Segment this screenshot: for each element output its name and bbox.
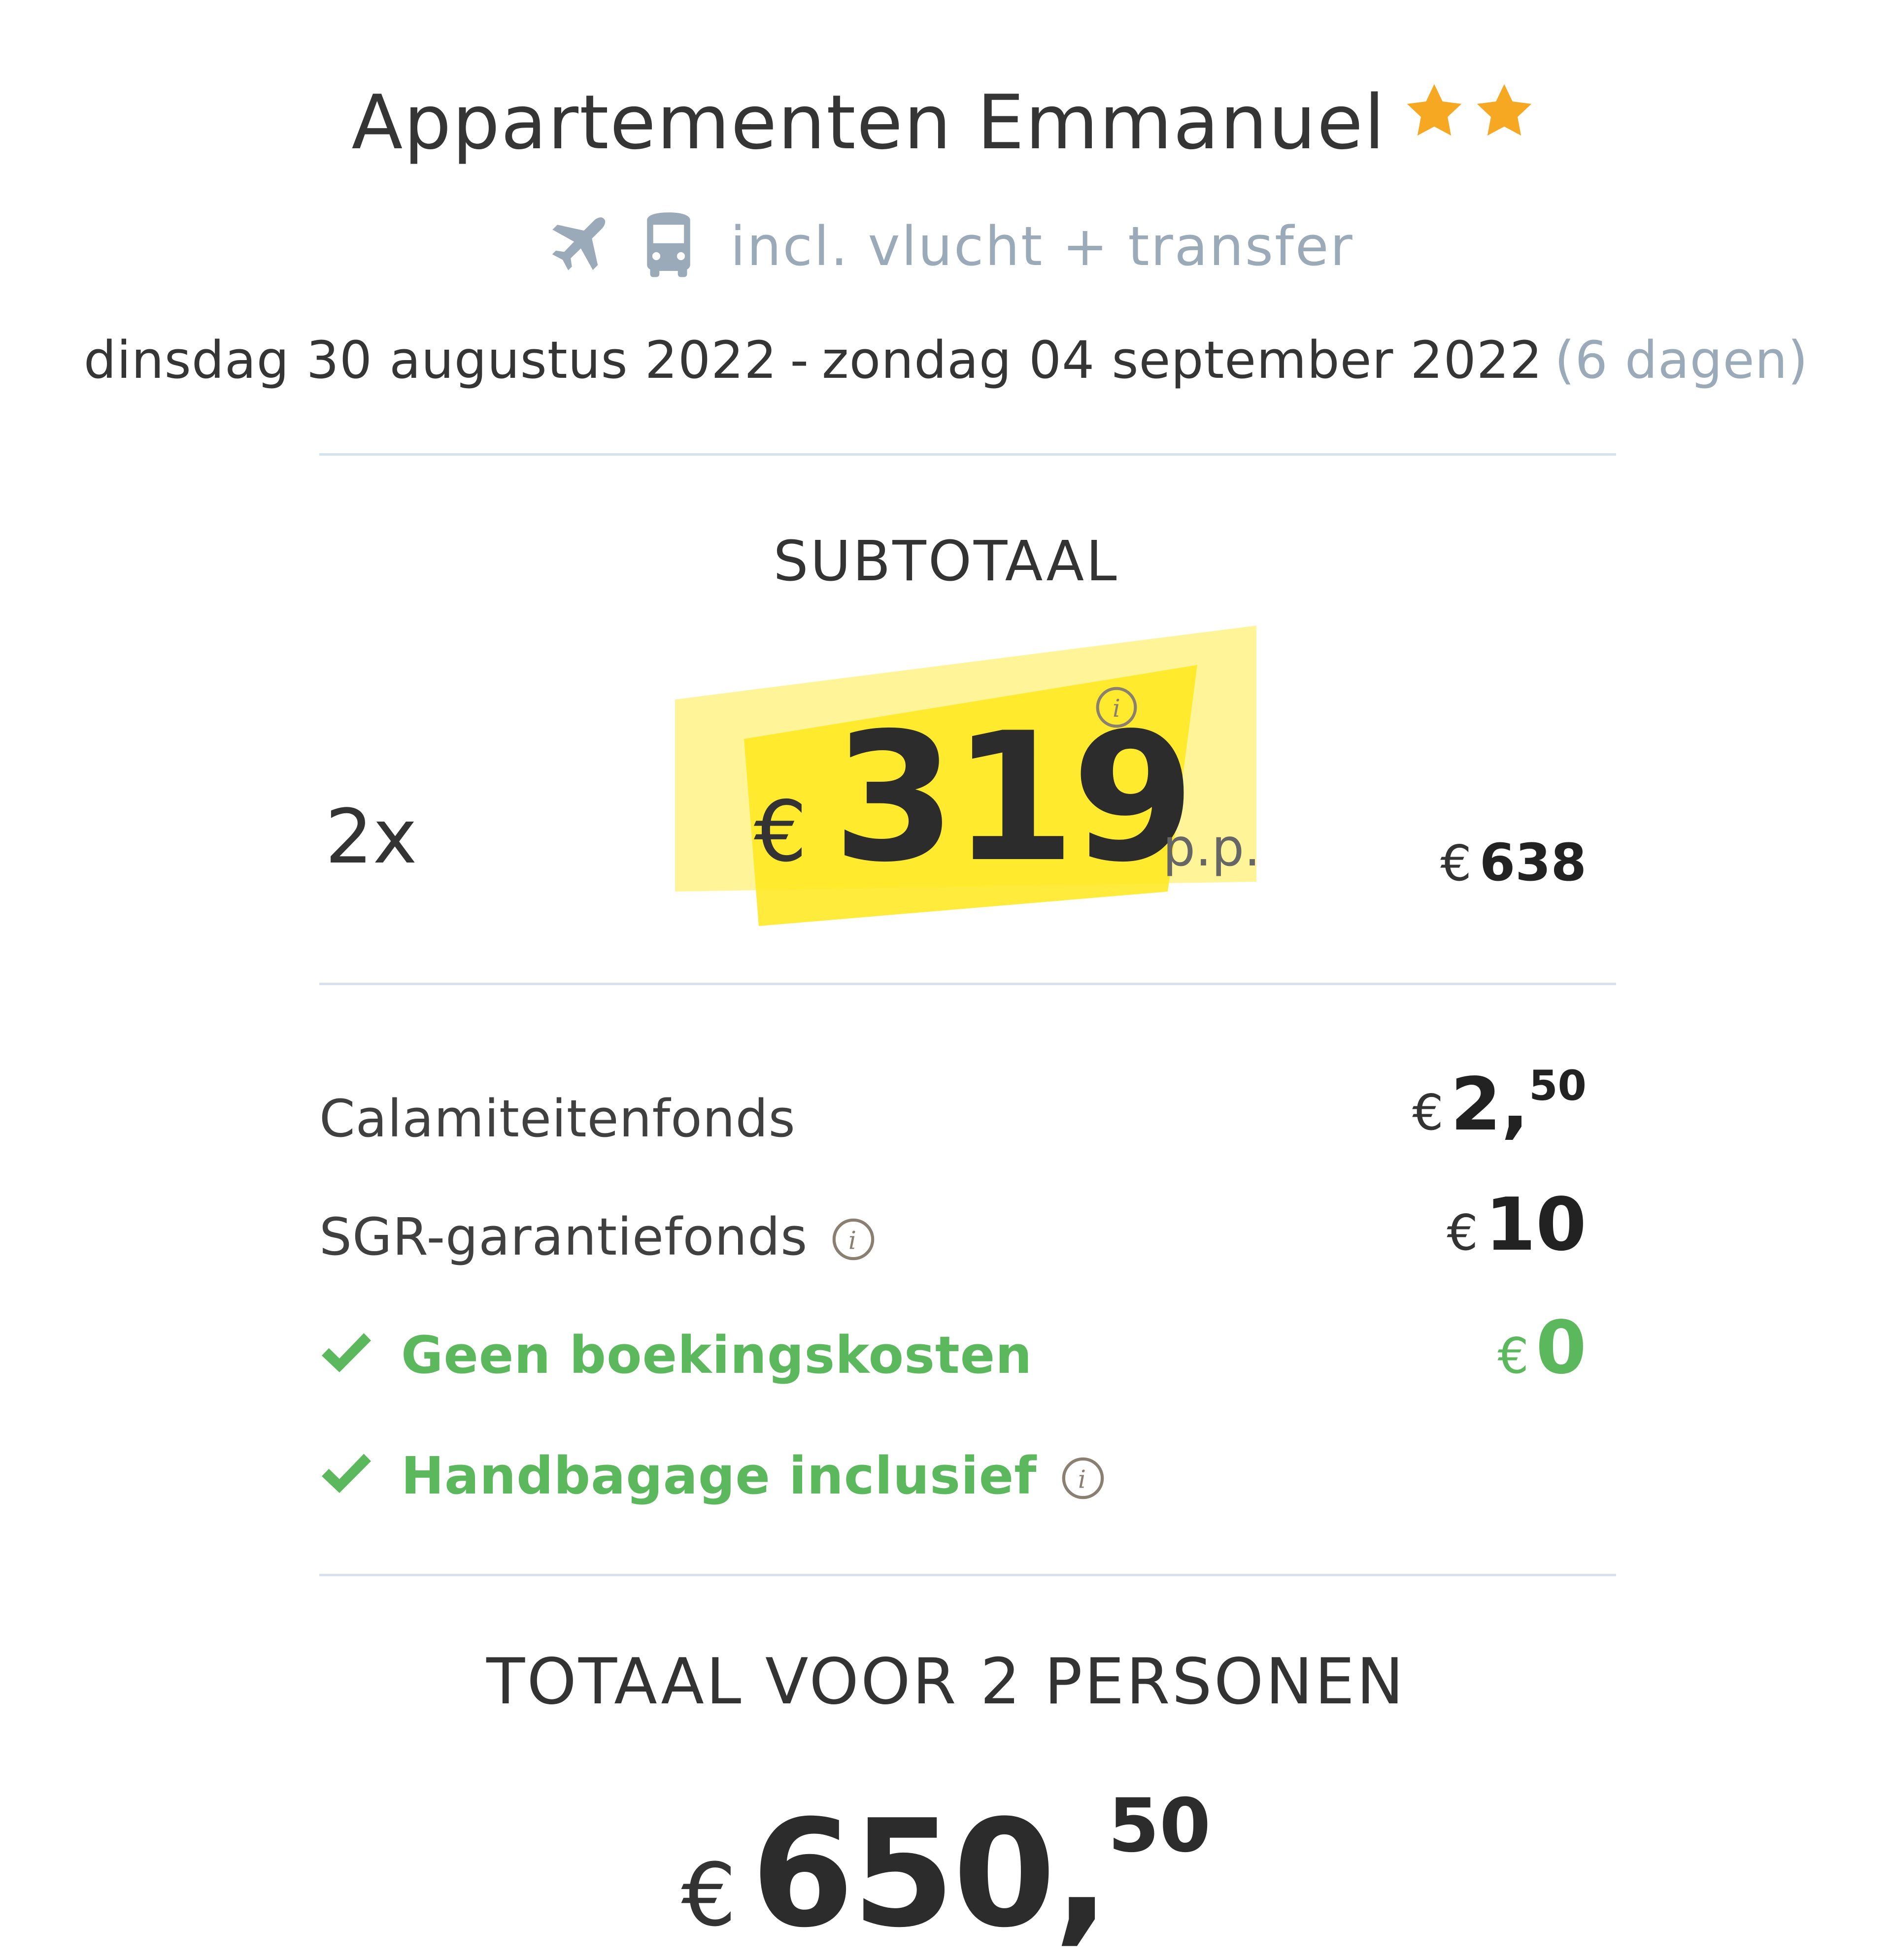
svg-text:i: i <box>848 1227 858 1256</box>
cost-amount: €2,50 <box>1412 1062 1587 1147</box>
currency: € <box>1440 834 1472 892</box>
check-icon <box>319 1448 373 1497</box>
currency: € <box>1412 1084 1444 1141</box>
start-date: dinsdag 30 augustus 2022 <box>83 330 777 390</box>
hotel-name: Appartementen Emmanuel <box>351 79 1386 166</box>
cost-amount: €10 <box>1447 1182 1587 1267</box>
includes-text: incl. vlucht + transfer <box>730 215 1354 278</box>
info-icon[interactable]: i <box>1060 1454 1106 1500</box>
total-heading: TOTAAL VOOR 2 PERSONEN <box>486 1645 1406 1719</box>
price-currency: € <box>754 783 808 881</box>
amount: 650, <box>751 1788 1110 1960</box>
cost-label-row: Geen boekingskosten <box>319 1325 1032 1385</box>
currency: € <box>1497 1327 1529 1385</box>
cost-label: Geen boekingskosten <box>401 1325 1033 1385</box>
cost-label-row: SGR-garantiefonds i <box>319 1207 877 1267</box>
amount: 638 <box>1479 832 1587 893</box>
divider <box>319 1574 1616 1576</box>
amount: 2, <box>1450 1062 1529 1147</box>
info-icon[interactable]: i <box>1094 685 1139 730</box>
trip-duration: (6 dagen) <box>1554 330 1809 390</box>
currency: € <box>1447 1204 1479 1262</box>
subtotal-heading: SUBTOTAAL <box>773 530 1119 594</box>
currency: € <box>681 1845 737 1946</box>
subtotal-amount: €638 <box>1440 832 1587 893</box>
amount-decimals: 50 <box>1529 1062 1587 1110</box>
end-date: zondag 04 september 2022 <box>821 330 1543 390</box>
star-icon <box>1401 74 1468 138</box>
divider <box>319 983 1616 985</box>
cost-label: Calamiteitenfonds <box>319 1089 796 1149</box>
bus-icon <box>632 209 706 283</box>
travel-dates: dinsdag 30 augustus 2022- zondag 04 septe… <box>0 330 1892 390</box>
traveller-quantity: 2x <box>325 793 417 880</box>
cost-label-row: Handbagage inclusief i <box>319 1446 1106 1506</box>
svg-text:i: i <box>1078 1465 1087 1495</box>
date-separator: - <box>790 330 809 390</box>
amount-decimals: 50 <box>1108 1783 1211 1869</box>
amount: 10 <box>1485 1182 1587 1267</box>
cost-amount: €0 <box>1497 1305 1587 1390</box>
price-per-person: 319 <box>833 695 1195 901</box>
amount: 0 <box>1536 1305 1587 1390</box>
includes-row: incl. vlucht + transfer <box>0 209 1892 283</box>
airplane-icon <box>538 209 612 283</box>
grand-total: €650,50 <box>0 1783 1892 1960</box>
check-icon <box>319 1328 373 1377</box>
cost-label: Handbagage inclusief <box>401 1446 1037 1506</box>
cost-label: SGR-garantiefonds <box>319 1207 808 1267</box>
hotel-title: Appartementen Emmanuel <box>0 74 1892 166</box>
divider <box>319 453 1616 456</box>
star-rating <box>1401 74 1541 161</box>
svg-text:i: i <box>1113 694 1120 723</box>
info-icon[interactable]: i <box>830 1215 877 1261</box>
per-person-label: p.p. <box>1163 818 1261 878</box>
star-icon <box>1471 74 1538 138</box>
